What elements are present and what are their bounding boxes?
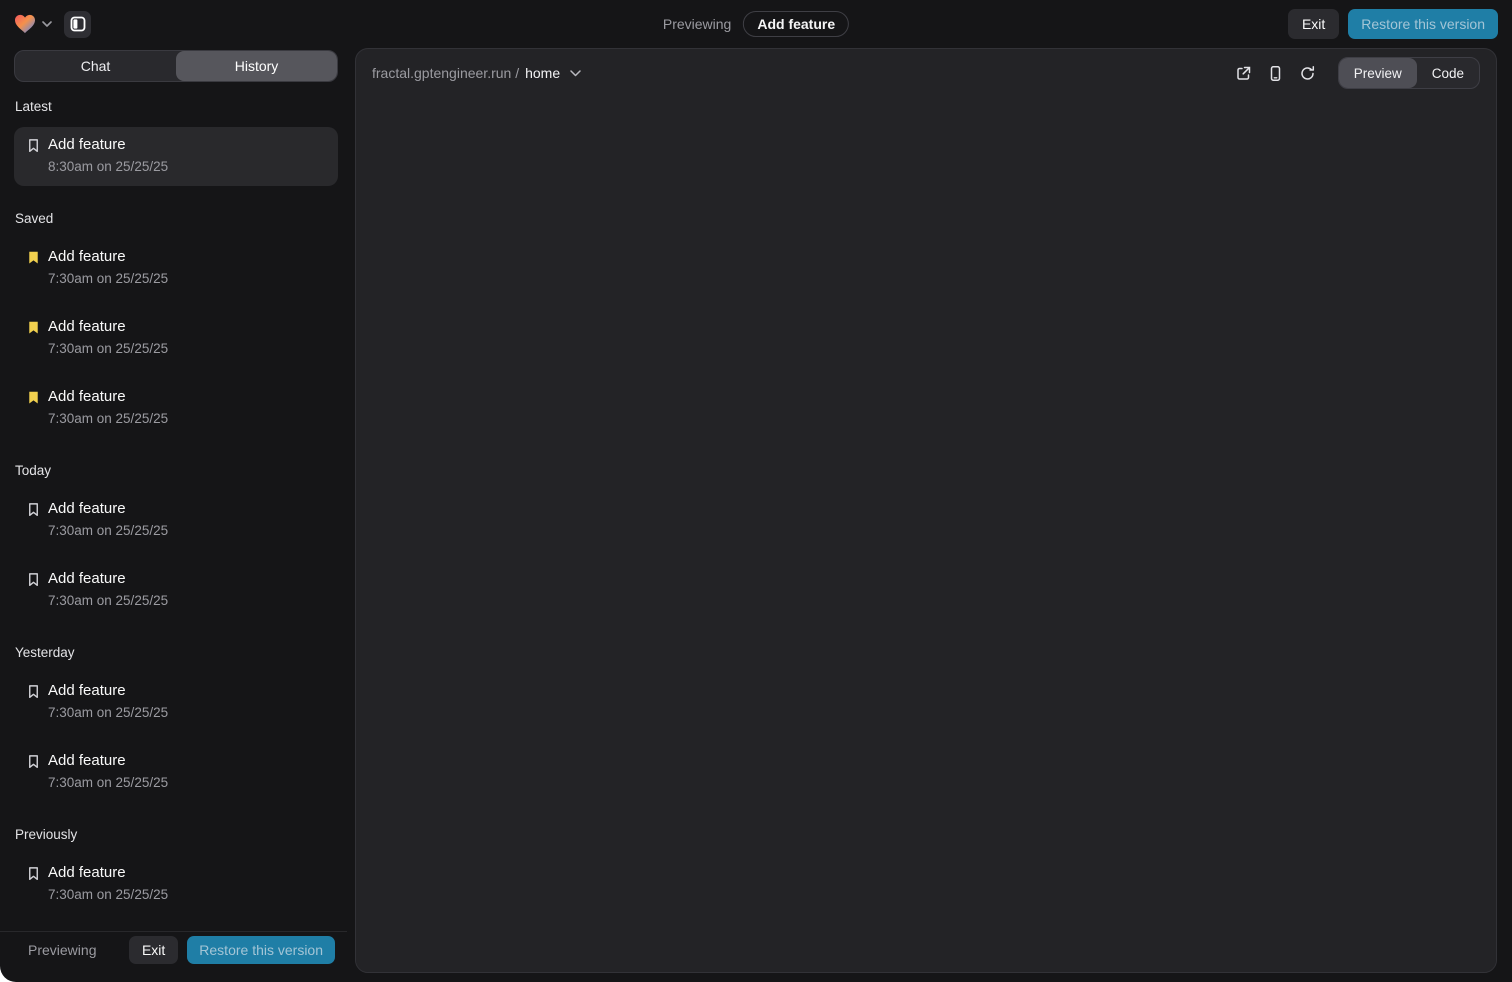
bookmark-filled-icon [26,390,42,406]
history-section-saved: SavedAdd feature7:30am on 25/25/25Add fe… [14,211,338,438]
top-bar-actions: Exit Restore this version [1288,9,1498,39]
history-item[interactable]: Add feature 8:30am on 25/25/25 [14,127,338,186]
top-bar: Previewing Add feature Exit Restore this… [0,0,1512,48]
sidebar-footer: Previewing Exit Restore this version [0,931,347,968]
bookmark-filled-icon [26,320,42,336]
sidebar-tabs: Chat History [14,50,338,82]
history-item-timestamp: 7:30am on 25/25/25 [48,340,326,358]
history-section-yesterday: YesterdayAdd feature7:30am on 25/25/25Ad… [14,645,338,802]
url-prefix: fractal.gptengineer.run / [372,65,519,81]
history-item[interactable]: Add feature 7:30am on 25/25/25 [14,743,338,802]
app-window: Previewing Add feature Exit Restore this… [0,0,1512,982]
section-title: Latest [15,99,338,114]
refresh-icon [1299,65,1316,82]
section-title: Yesterday [15,645,338,660]
history-section-today: TodayAdd feature7:30am on 25/25/25Add fe… [14,463,338,620]
tab-preview[interactable]: Preview [1339,58,1417,88]
bookmark-filled-icon [26,250,42,266]
history-item-title: Add feature [48,387,326,407]
history-item-title: Add feature [48,499,326,519]
history-item[interactable]: Add feature 7:30am on 25/25/25 [14,239,338,298]
bookmark-outline-icon [26,502,42,518]
history-section-previously: Previously Add feature 7:30am on 25/25/25A… [14,827,338,931]
tab-chat[interactable]: Chat [15,51,176,81]
chevron-down-icon [570,70,581,77]
history-item[interactable]: Add feature 7:30am on 25/25/25 [14,561,338,620]
history-item-timestamp: 7:30am on 25/25/25 [48,522,326,540]
previewing-label: Previewing [663,16,731,32]
chevron-down-icon[interactable] [42,21,52,27]
view-toggle: Preview Code [1338,57,1480,89]
restore-version-button[interactable]: Restore this version [1348,9,1498,39]
tab-history[interactable]: History [176,51,337,81]
preview-panel: fractal.gptengineer.run / home [355,48,1497,973]
panel-left-icon [70,16,86,32]
history-item-timestamp: 7:30am on 25/25/25 [48,886,326,904]
history-item[interactable]: Add feature 7:30am on 25/25/25 [14,309,338,368]
url-breadcrumb[interactable]: fractal.gptengineer.run / home [372,65,581,81]
section-title: Today [15,463,338,478]
history-section-latest: Latest Add feature 8:30am on 25/25/25 [14,99,338,186]
history-item-timestamp: 7:30am on 25/25/25 [48,704,326,722]
tab-code[interactable]: Code [1417,58,1479,88]
history-item-title: Add feature [48,569,326,589]
bookmark-outline-icon [26,138,42,154]
history-item-title: Add feature [48,751,326,771]
bookmark-outline-icon [26,754,42,770]
history-item-timestamp: 7:30am on 25/25/25 [48,774,326,792]
history-item-title: Add feature [48,863,326,883]
history-item-timestamp: 8:30am on 25/25/25 [48,158,326,176]
exit-button[interactable]: Exit [1288,9,1339,39]
refresh-button[interactable] [1294,59,1322,87]
open-in-new-tab-button[interactable] [1230,59,1258,87]
url-current-page: home [525,65,560,81]
top-bar-left [14,11,91,38]
history-list[interactable]: Latest Add feature 8:30am on 25/25/25 Saved… [14,82,347,931]
open-in-new-tab-icon [1235,65,1252,82]
version-badge[interactable]: Add feature [743,11,849,37]
history-item[interactable]: Add feature 7:30am on 25/25/25 [14,379,338,438]
history-item-title: Add feature [48,317,326,337]
preview-actions: Preview Code [1230,57,1480,89]
history-item-timestamp: 7:30am on 25/25/25 [48,592,326,610]
mobile-view-button[interactable] [1262,59,1290,87]
preview-viewport[interactable] [356,97,1496,972]
sidebar: Chat History Latest Add feature 8:30am on … [0,48,347,982]
mobile-view-icon [1267,65,1284,82]
history-item-title: Add feature [48,135,326,155]
bookmark-outline-icon [26,684,42,700]
content-row: Chat History Latest Add feature 8:30am on … [0,48,1512,982]
preview-header: fractal.gptengineer.run / home [356,49,1496,97]
history-item[interactable]: Add feature 7:30am on 25/25/25 [14,673,338,732]
exit-button[interactable]: Exit [129,936,178,964]
sidebar-toggle-button[interactable] [64,11,91,38]
lovable-logo-icon[interactable] [14,14,36,34]
history-item[interactable]: Add feature 7:30am on 25/25/25 [14,855,338,914]
bookmark-outline-icon [26,572,42,588]
history-item[interactable]: Add feature 7:30am on 25/25/25 [14,491,338,550]
section-title: Saved [15,211,338,226]
history-item-timestamp: 7:30am on 25/25/25 [48,270,326,288]
history-item-timestamp: 7:30am on 25/25/25 [48,410,326,428]
restore-version-button[interactable]: Restore this version [187,936,335,964]
section-title: Previously [15,827,338,842]
history-item-title: Add feature [48,247,326,267]
bookmark-outline-icon [26,866,42,882]
history-item-title: Add feature [48,681,326,701]
previewing-label: Previewing [28,942,96,958]
top-bar-status: Previewing Add feature [663,0,849,48]
